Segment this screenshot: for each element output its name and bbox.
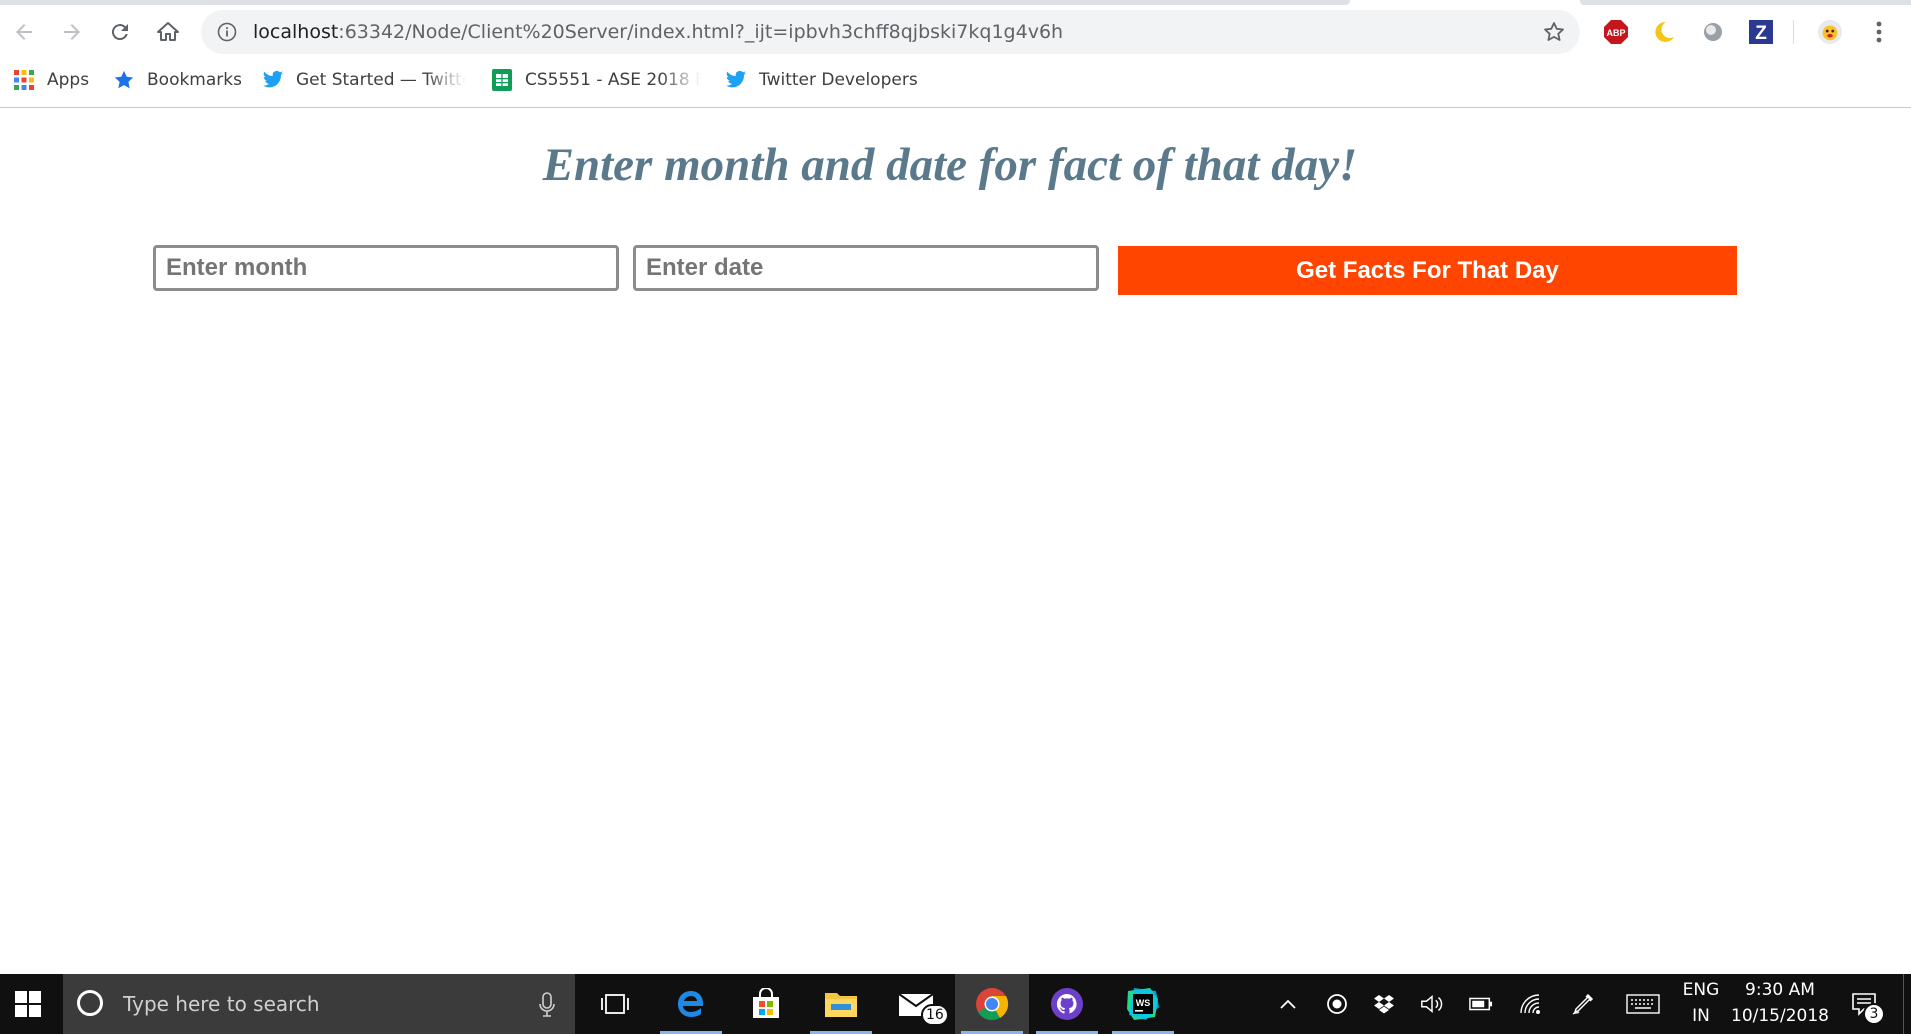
- task-view-icon: [601, 994, 629, 1014]
- moon-icon[interactable]: [1651, 19, 1677, 45]
- browser-chrome: localhost:63342/Node/Client%20Server/ind…: [0, 0, 1911, 108]
- url-text[interactable]: localhost:63342/Node/Client%20Server/ind…: [253, 21, 1063, 43]
- bookmark-label: Bookmarks: [147, 70, 242, 90]
- twitter-icon: [262, 69, 284, 91]
- url-path: :63342/Node/Client%20Server/index.html?_…: [338, 21, 1064, 43]
- record-icon[interactable]: [1325, 992, 1349, 1016]
- cortana-icon: [77, 990, 103, 1016]
- bookmark-apps[interactable]: Apps: [13, 68, 89, 92]
- bookmark-get-started-twitter[interactable]: Get Started — Twitter: [262, 68, 466, 92]
- action-center-button[interactable]: 3: [1849, 989, 1885, 1025]
- chevron-up-icon: [1280, 999, 1296, 1009]
- touch-keyboard-icon[interactable]: [1626, 992, 1660, 1016]
- language-indicator-top[interactable]: ENG: [1680, 980, 1722, 1000]
- taskbar-store[interactable]: [729, 974, 803, 1034]
- forward-arrow-icon: [64, 24, 80, 40]
- date-input[interactable]: [633, 245, 1099, 291]
- taskbar-github-desktop[interactable]: [1030, 974, 1104, 1034]
- z-label: Z: [1755, 23, 1767, 44]
- mail-badge: 16: [921, 1004, 949, 1026]
- battery-icon[interactable]: [1469, 992, 1493, 1016]
- pen-icon[interactable]: [1571, 992, 1595, 1016]
- chrome-icon: [976, 988, 1009, 1021]
- volume-icon[interactable]: [1420, 992, 1444, 1016]
- taskbar-search-box[interactable]: Type here to search: [63, 974, 575, 1034]
- z-icon[interactable]: Z: [1748, 19, 1774, 45]
- address-bar[interactable]: localhost:63342/Node/Client%20Server/ind…: [201, 10, 1580, 54]
- taskbar-file-explorer[interactable]: [804, 974, 878, 1034]
- task-view-button[interactable]: [578, 974, 652, 1034]
- microphone-icon[interactable]: [539, 992, 555, 1018]
- clock-date[interactable]: 10/15/2018: [1725, 1006, 1835, 1026]
- windows-logo-icon: [15, 991, 41, 1017]
- clock-time[interactable]: 9:30 AM: [1730, 980, 1830, 1000]
- taskbar-chrome[interactable]: [955, 974, 1029, 1034]
- taskbar-mail[interactable]: 16: [879, 974, 953, 1034]
- bookmark-label: CS5551 - ASE 2018 Fall: [525, 70, 701, 90]
- wifi-icon[interactable]: [1518, 992, 1542, 1016]
- abp-label: ABP: [1606, 28, 1625, 38]
- circle-icon[interactable]: [1700, 19, 1726, 45]
- taskbar-webstorm[interactable]: WS: [1106, 974, 1180, 1034]
- forward-button[interactable]: [52, 12, 92, 52]
- tab-strip-bar: [0, 0, 1350, 5]
- sheets-icon: [491, 69, 513, 91]
- webstorm-icon: WS: [1127, 988, 1159, 1020]
- abp-icon[interactable]: ABP: [1603, 19, 1629, 45]
- start-button[interactable]: [0, 974, 56, 1034]
- bookmarks-bar: Apps Bookmarks Get Started — Twitter CS5…: [0, 62, 1911, 96]
- bookmark-label: Apps: [47, 70, 90, 90]
- twitter-icon: [725, 69, 747, 91]
- home-button[interactable]: [148, 12, 188, 52]
- bookmark-bookmarks[interactable]: Bookmarks: [113, 68, 242, 92]
- back-arrow-icon: [16, 24, 32, 40]
- notification-badge: 3: [1863, 1003, 1885, 1025]
- kebab-menu-icon: [1876, 21, 1882, 43]
- page-heading: Enter month and date for fact of that da…: [542, 139, 1358, 191]
- github-icon: [1051, 988, 1083, 1020]
- taskbar-edge[interactable]: [654, 974, 728, 1034]
- info-icon[interactable]: [217, 22, 237, 42]
- edge-icon: [678, 991, 703, 1017]
- bookmark-star-icon[interactable]: [1542, 20, 1566, 44]
- toolbar-separator: [1793, 20, 1794, 44]
- back-button[interactable]: [4, 12, 44, 52]
- apps-grid-icon: [13, 69, 35, 91]
- menu-button[interactable]: [1866, 19, 1892, 45]
- url-host: localhost: [253, 21, 339, 43]
- star-icon: [113, 69, 135, 91]
- emoji-icon: [1817, 19, 1843, 45]
- bookmark-twitter-developers[interactable]: Twitter Developers: [725, 68, 918, 92]
- bookmark-label: Twitter Developers: [759, 70, 918, 90]
- store-icon: [753, 988, 779, 1018]
- get-facts-button[interactable]: Get Facts For That Day: [1118, 246, 1737, 295]
- reload-icon: [111, 24, 128, 41]
- show-desktop-strip[interactable]: [1903, 974, 1911, 1034]
- taskbar: Type here to search 16 WS ENG IN 9:30 AM…: [0, 974, 1911, 1034]
- tab-strip-bar-right: [1580, 0, 1911, 5]
- tab-strip: [0, 0, 1911, 5]
- reload-button[interactable]: [100, 12, 140, 52]
- home-icon: [157, 22, 179, 41]
- bookmark-cs5551[interactable]: CS5551 - ASE 2018 Fall: [491, 68, 701, 92]
- svg-text:WS: WS: [1136, 998, 1151, 1008]
- bookmark-label: Get Started — Twitter: [296, 70, 466, 90]
- profile-avatar[interactable]: [1817, 19, 1843, 45]
- show-hidden-icons[interactable]: [1276, 992, 1300, 1016]
- taskbar-search-placeholder: Type here to search: [123, 992, 320, 1016]
- folder-icon: [825, 993, 857, 1017]
- month-input[interactable]: [153, 245, 619, 291]
- dropbox-icon[interactable]: [1372, 992, 1396, 1016]
- language-indicator-bottom[interactable]: IN: [1680, 1006, 1722, 1026]
